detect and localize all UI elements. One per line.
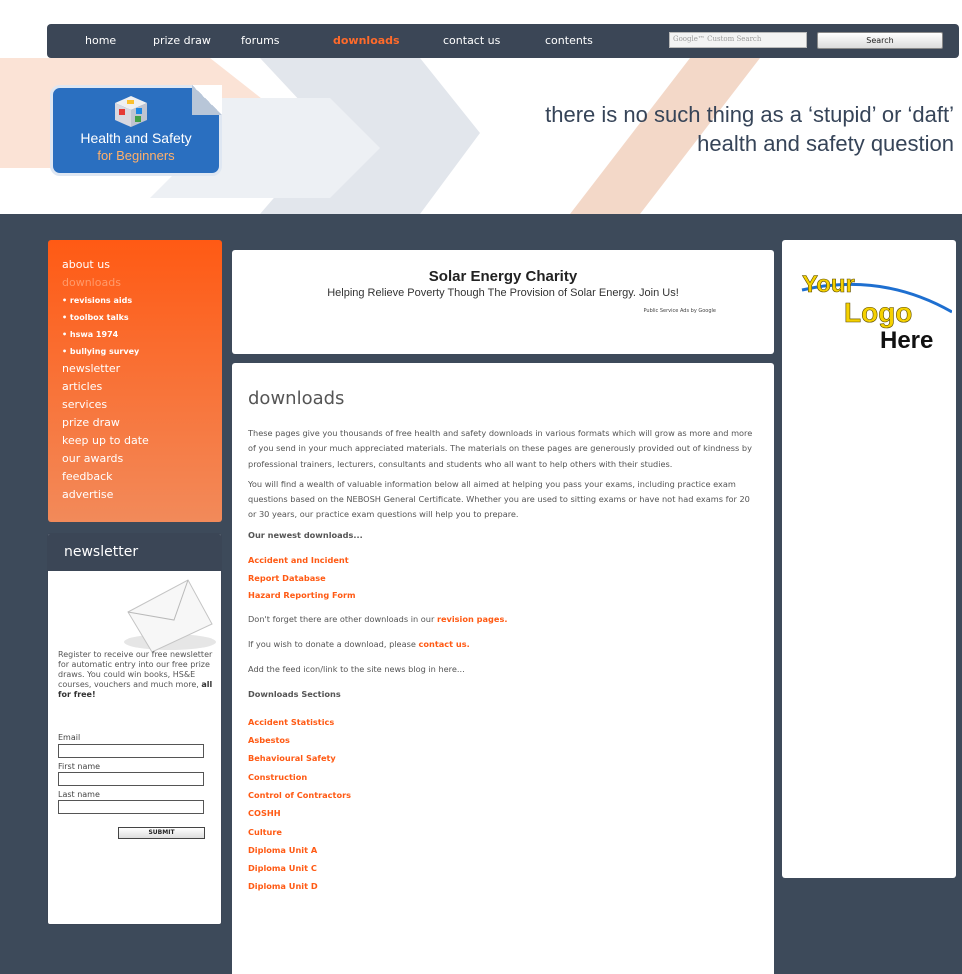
sidebar-subitem-bullying-survey[interactable]: • bullying survey [62,343,222,360]
ad-attribution[interactable]: Public Service Ads by Google [643,308,716,314]
logo-page-fold [192,85,222,115]
newest-downloads-list: Accident and Incident Report Database Ha… [248,552,759,604]
donate-note-text: If you wish to donate a download, please [248,638,416,649]
sidebar-subitem-toolbox-talks[interactable]: • toolbox talks [62,309,222,326]
section-link[interactable]: COSHH [248,804,759,822]
revision-pages-link[interactable]: revision pages. [437,614,508,624]
top-nav-bar: home prize draw forums downloads contact… [47,24,959,58]
section-link[interactable]: Behavioural Safety [248,749,759,767]
feed-note: Add the feed icon/link to the site news … [248,664,465,675]
page-title: downloads [248,388,345,409]
nav-contents[interactable]: contents [545,34,593,47]
nav-downloads[interactable]: downloads [333,34,400,47]
sidebar-item-advertise[interactable]: advertise [62,486,222,504]
submit-button[interactable]: SUBMIT [118,827,205,839]
envelope-icon [124,579,216,652]
sidebar-item-articles[interactable]: articles [62,378,222,396]
last-name-field[interactable] [58,800,204,814]
ad-title[interactable]: Solar Energy Charity [232,268,774,285]
sidebar-item-newsletter[interactable]: newsletter [62,360,222,378]
last-name-label: Last name [58,790,100,799]
donate-note: If you wish to donate a download, please… [248,637,759,652]
section-link[interactable]: Diploma Unit A [248,841,759,859]
sidebar-item-feedback[interactable]: feedback [62,468,222,486]
section-link[interactable]: Culture [248,823,759,841]
revision-note-text: Don't forget there are other downloads i… [248,613,435,624]
nav-home[interactable]: home [85,34,116,47]
logo-line-1: Your [802,271,855,298]
nav-contact-us[interactable]: contact us [443,34,500,47]
cube-icon [115,96,147,127]
logo-line-3: Here [880,327,933,350]
contact-us-link[interactable]: contact us. [419,639,470,649]
nav-forums[interactable]: forums [241,34,280,47]
section-link[interactable]: Accident Statistics [248,713,759,731]
logo-title: Health and Safety [80,130,192,146]
sidebar-subitem-hswa-1974[interactable]: • hswa 1974 [62,326,222,343]
sidebar-item-about-us[interactable]: about us [62,256,222,274]
search-input[interactable]: Google™ Custom Search [669,32,807,48]
email-label: Email [58,733,81,742]
first-name-label: First name [58,762,101,771]
sidebar-item-keep-up-to-date[interactable]: keep up to date [62,432,222,450]
tagline-line-1: there is no such thing as a ‘stupid’ or … [545,102,954,127]
newest-link-hazard-reporting[interactable]: Hazard Reporting Form [248,587,759,604]
section-link[interactable]: Diploma Unit D [248,877,759,895]
ad-panel: Solar Energy Charity Helping Relieve Pov… [232,250,774,354]
nav-prize-draw[interactable]: prize draw [153,34,211,47]
section-link[interactable]: Construction [248,768,759,786]
sidebar-item-services[interactable]: services [62,396,222,414]
first-name-field[interactable] [58,772,204,786]
newest-downloads-heading: Our newest downloads... [248,529,363,540]
page-header: home prize draw forums downloads contact… [0,0,962,214]
site-logo[interactable]: Health and Safety for Beginners [50,85,222,176]
header-banner: Health and Safety for Beginners there is… [0,58,962,214]
info-paragraph: You will find a wealth of valuable infor… [248,478,750,520]
email-field[interactable] [58,744,204,758]
newsletter-description: Register to receive our free newsletter … [58,650,218,700]
section-link[interactable]: Diploma Unit C [248,859,759,877]
header-tagline: there is no such thing as a ‘stupid’ or … [545,100,954,158]
right-ad-panel: Your Logo Here [782,240,956,878]
newsletter-text: Register to receive our free newsletter … [58,650,213,689]
sidebar-subitem-revision-aids[interactable]: • revisions aids [62,292,222,309]
intro-paragraph: These pages give you thousands of free h… [248,428,753,469]
downloads-sections-heading: Downloads Sections [248,689,341,700]
main-content: downloads These pages give you thousands… [232,363,774,974]
your-logo-here-placeholder[interactable]: Your Logo Here [792,260,952,350]
tagline-line-2: health and safety question [697,131,954,156]
revision-note: Don't forget there are other downloads i… [248,612,759,627]
ad-subtitle[interactable]: Helping Relieve Poverty Though The Provi… [232,287,774,299]
search-button[interactable]: Search [817,32,943,49]
logo-line-2: Logo [844,297,912,328]
newest-link-accident-incident[interactable]: Accident and Incident [248,552,759,570]
newest-link-report-database[interactable]: Report Database [248,570,759,587]
newsletter-heading: newsletter [48,534,221,571]
sidebar-item-our-awards[interactable]: our awards [62,450,222,468]
downloads-sections-list: Accident Statistics Asbestos Behavioural… [248,713,759,896]
sidebar-nav: about us downloads • revisions aids • to… [48,240,222,522]
logo-subtitle: for Beginners [97,148,175,163]
sidebar-item-downloads[interactable]: downloads [62,274,222,292]
section-link[interactable]: Control of Contractors [248,786,759,804]
section-link[interactable]: Asbestos [248,731,759,749]
newsletter-panel: newsletter Register to receive our free … [47,533,222,925]
sidebar-item-prize-draw[interactable]: prize draw [62,414,222,432]
